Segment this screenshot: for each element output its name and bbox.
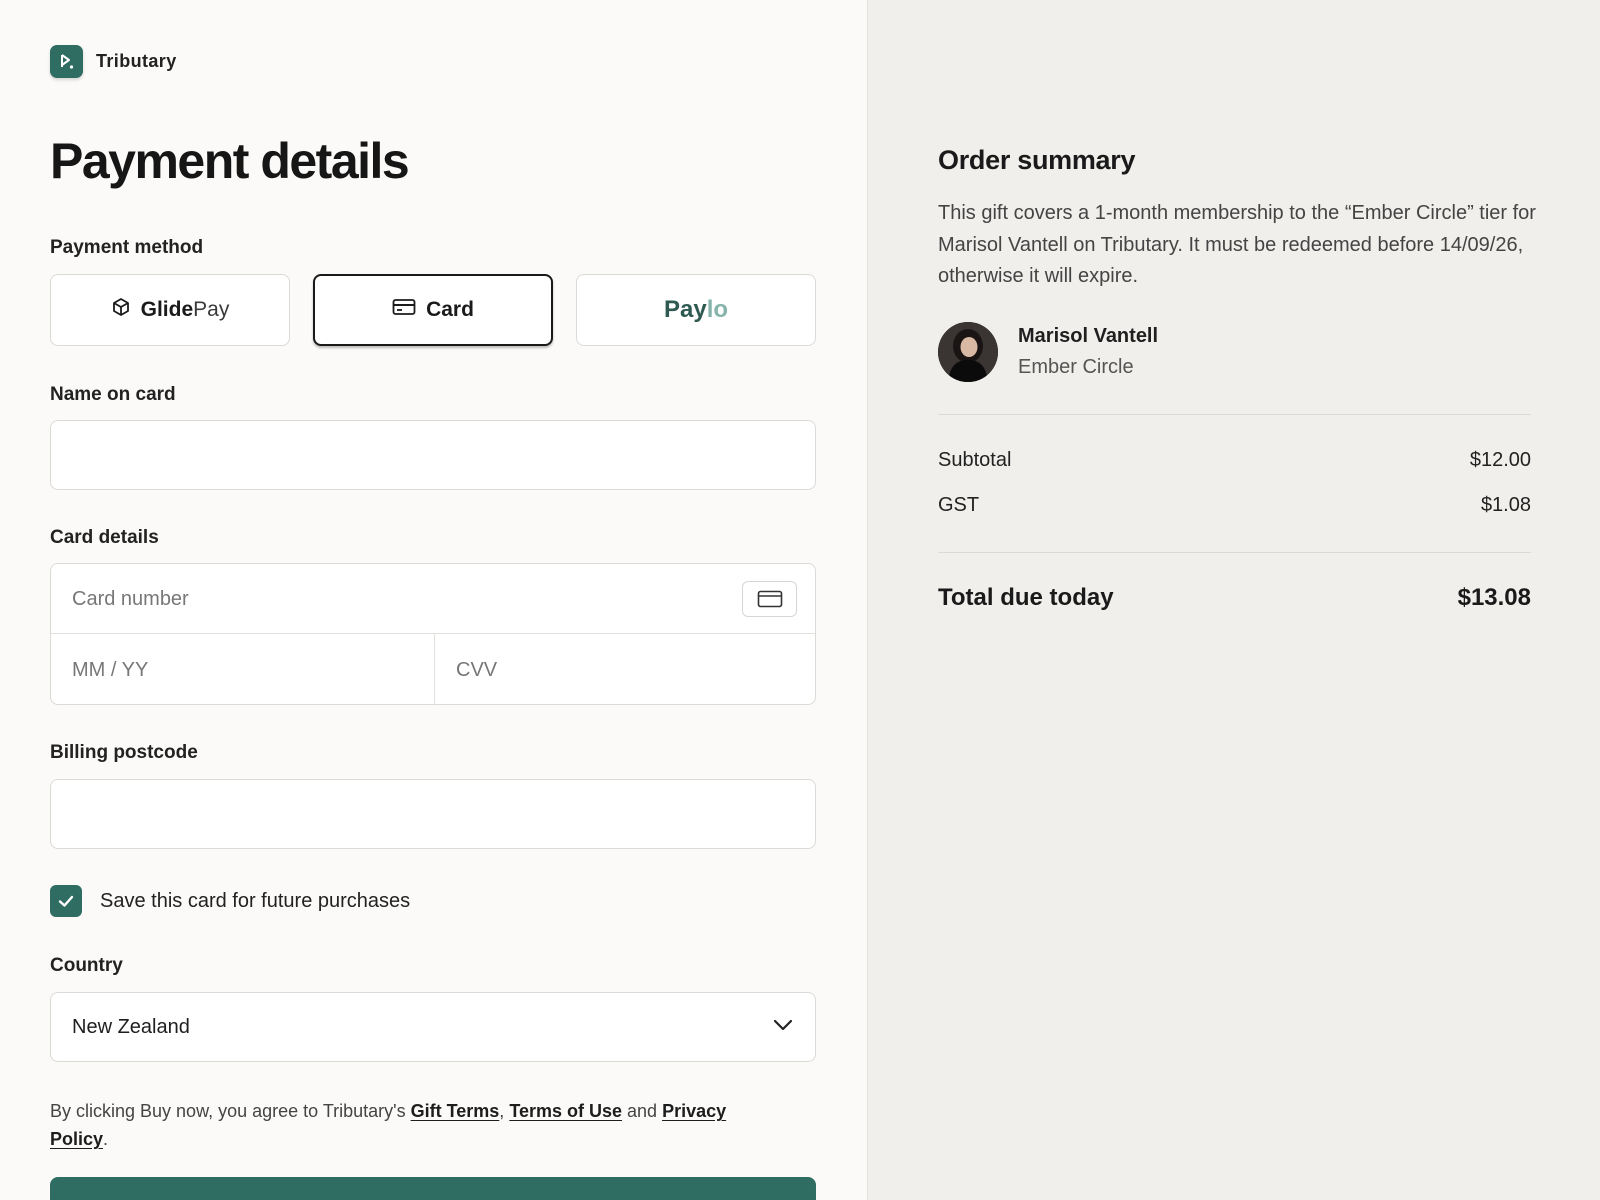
page-title: Payment details — [50, 133, 410, 189]
credit-card-icon — [392, 298, 416, 322]
terms-text: By clicking Buy now, you agree to Tribut… — [50, 1097, 750, 1153]
box-icon — [111, 297, 131, 323]
card-details-group — [50, 563, 816, 705]
subtotal-label: Subtotal — [938, 449, 1012, 471]
save-card-label[interactable]: Save this card for future purchases — [100, 890, 410, 913]
gift-terms-link[interactable]: Gift Terms — [411, 1101, 500, 1121]
check-icon — [58, 895, 74, 907]
recipient-tier: Ember Circle — [1018, 356, 1134, 378]
recipient: Marisol Vantell Ember Circle — [938, 322, 1158, 382]
card-option-label: Card — [426, 298, 474, 321]
card-brand-icon — [742, 581, 797, 617]
terms-prefix: By clicking Buy now, you agree to Tribut… — [50, 1101, 411, 1121]
terms-suffix: . — [103, 1129, 109, 1149]
gst-label: GST — [938, 494, 980, 516]
billing-postcode-label: Billing postcode — [50, 742, 198, 763]
payment-option-glidepay[interactable]: GlidePay — [50, 274, 290, 346]
brand-name: Tributary — [96, 51, 177, 71]
order-summary-title: Order summary — [938, 145, 1136, 175]
terms-comma: , — [499, 1101, 510, 1121]
name-on-card-label: Name on card — [50, 384, 176, 405]
total-value: $13.08 — [1457, 584, 1531, 611]
name-on-card-input[interactable] — [50, 420, 816, 490]
payment-option-paylo[interactable]: Paylo — [576, 274, 816, 346]
brand[interactable]: Tributary — [50, 45, 177, 78]
country-select[interactable]: New Zealand — [50, 992, 816, 1062]
total-label: Total due today — [938, 584, 1114, 611]
brand-logo-icon — [50, 45, 83, 78]
cvv-input[interactable] — [435, 635, 815, 705]
summary-divider-bottom — [938, 552, 1531, 553]
payment-panel: Tributary Payment details Payment method… — [0, 0, 867, 1200]
avatar — [938, 322, 998, 382]
gst-row: GST $1.08 — [938, 494, 1531, 517]
card-details-label: Card details — [50, 527, 159, 548]
total-row: Total due today $13.08 — [938, 584, 1531, 612]
payment-option-card[interactable]: Card — [313, 274, 553, 346]
glidepay-label-bold: Glide — [140, 298, 194, 321]
buy-now-button[interactable] — [50, 1177, 816, 1200]
glidepay-label-light: Pay — [193, 298, 230, 321]
order-summary-description: This gift covers a 1-month membership to… — [938, 202, 1536, 287]
country-select-value: New Zealand — [72, 1015, 190, 1038]
country-label: Country — [50, 955, 123, 976]
paylo-label-b: lo — [706, 296, 729, 323]
billing-postcode-input[interactable] — [50, 779, 816, 849]
terms-of-use-link[interactable]: Terms of Use — [509, 1101, 622, 1121]
payment-method-options: GlidePay Card Paylo — [50, 274, 816, 346]
paylo-label-a: Pay — [663, 296, 707, 323]
save-card-row: Save this card for future purchases — [50, 885, 410, 917]
card-number-input[interactable] — [51, 564, 691, 634]
order-summary-panel: Order summary This gift covers a 1-month… — [867, 0, 1600, 1200]
recipient-name: Marisol Vantell — [1018, 325, 1159, 347]
chevron-down-icon — [772, 1018, 794, 1037]
subtotal-value: $12.00 — [1469, 449, 1531, 471]
terms-and: and — [622, 1101, 663, 1121]
save-card-checkbox[interactable] — [50, 885, 82, 917]
gst-value: $1.08 — [1480, 494, 1531, 516]
subtotal-row: Subtotal $12.00 — [938, 449, 1531, 472]
payment-method-label: Payment method — [50, 237, 204, 258]
expiry-input[interactable] — [51, 635, 433, 705]
card-number-row — [51, 564, 815, 634]
summary-divider-top — [938, 414, 1531, 415]
